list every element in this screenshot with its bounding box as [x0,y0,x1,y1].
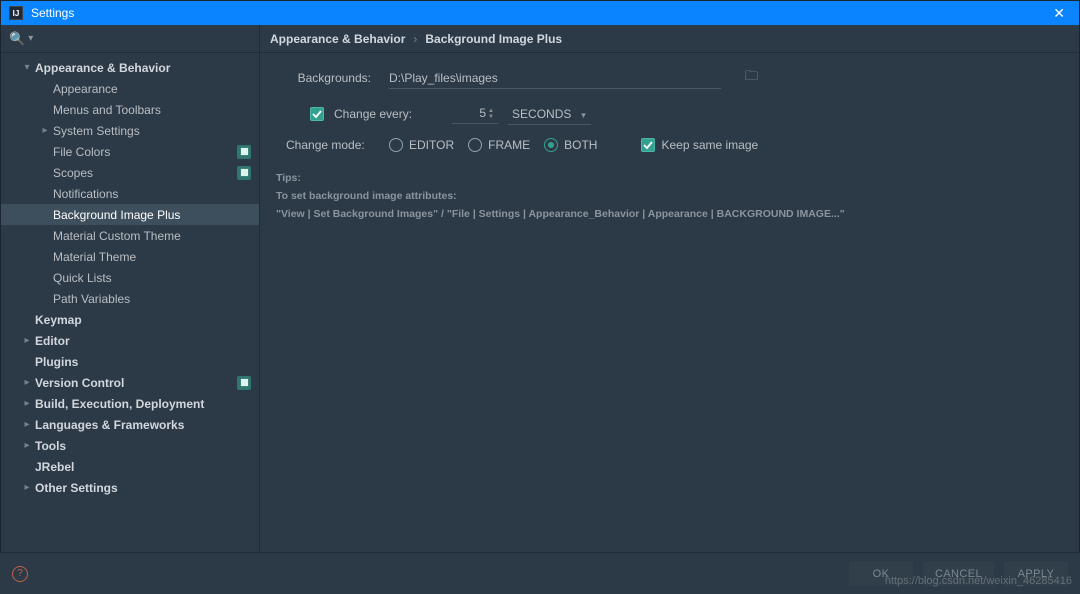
search-bar[interactable]: 🔍 ▾ [1,25,259,53]
breadcrumb: Appearance & Behavior › Background Image… [260,25,1079,53]
tree-item-label: Quick Lists [53,271,251,285]
tree-row[interactable]: ▸Tools [1,435,259,456]
tree-row[interactable]: Notifications [1,183,259,204]
tree-item-label: Tools [35,439,251,453]
tree-row[interactable]: Menus and Toolbars [1,99,259,120]
tree-item-label: Editor [35,334,251,348]
tree-row[interactable]: JRebel [1,456,259,477]
tree-row[interactable]: Quick Lists [1,267,259,288]
help-icon[interactable]: ? [12,566,28,582]
tree-item-label: Appearance [53,82,251,96]
tree-row[interactable]: ▾Appearance & Behavior [1,57,259,78]
change-mode-row: Change mode: EDITOR FRAME BOTH [276,138,1069,152]
tree-row[interactable]: ▸Editor [1,330,259,351]
tree-row[interactable]: ▸System Settings [1,120,259,141]
chevron-right-icon[interactable]: ▸ [19,398,35,409]
close-icon[interactable]: ✕ [1047,5,1071,22]
project-scope-icon [237,166,251,180]
tree-item-label: Languages & Frameworks [35,418,251,432]
mode-frame-label: FRAME [488,138,530,152]
tree-row[interactable]: Material Custom Theme [1,225,259,246]
chevron-right-icon: › [413,32,417,46]
app-icon: IJ [9,6,23,20]
titlebar: IJ Settings ✕ [1,1,1079,25]
mode-frame-radio[interactable] [468,138,482,152]
backgrounds-input[interactable] [389,68,721,89]
tree-item-label: Keymap [35,313,251,327]
settings-tree: ▾Appearance & Behavior Appearance Menus an… [1,53,259,593]
mode-editor-radio[interactable] [389,138,403,152]
change-every-row: Change every: ▲▼ SECONDS ▼ [276,103,1069,124]
tips-body1: To set background image attributes: [276,190,457,202]
folder-icon[interactable]: 🗀 [745,67,758,89]
tree-item-label: Background Image Plus [53,208,251,222]
keep-same-checkbox[interactable] [641,138,655,152]
window-title: Settings [31,6,74,20]
project-scope-icon [237,376,251,390]
tree-item-label: Material Theme [53,250,251,264]
chevron-right-icon[interactable]: ▸ [19,440,35,451]
tree-row[interactable]: Scopes [1,162,259,183]
tree-row[interactable]: Plugins [1,351,259,372]
tree-row[interactable]: Keymap [1,309,259,330]
change-mode-label: Change mode: [276,138,371,152]
tips-block: Tips: To set background image attributes… [276,170,1069,224]
tree-item-label: Notifications [53,187,251,201]
content-panel: Appearance & Behavior › Background Image… [260,25,1079,593]
chevron-right-icon[interactable]: ▸ [19,377,35,388]
breadcrumb-parent[interactable]: Appearance & Behavior [270,32,405,46]
mode-both-label: BOTH [564,138,597,152]
tree-item-label: Version Control [35,376,237,390]
chevron-down-icon: ▼ [579,111,587,120]
tree-item-label: File Colors [53,145,237,159]
breadcrumb-child: Background Image Plus [425,32,562,46]
tree-row[interactable]: ▸Build, Execution, Deployment [1,393,259,414]
ok-button[interactable]: OK [849,562,913,586]
tree-row[interactable]: ▸Languages & Frameworks [1,414,259,435]
tree-row[interactable]: File Colors [1,141,259,162]
tree-item-label: Menus and Toolbars [53,103,251,117]
tree-row[interactable]: Path Variables [1,288,259,309]
mode-editor-label: EDITOR [409,138,454,152]
chevron-right-icon[interactable]: ▸ [19,419,35,430]
change-every-label: Change every: [334,107,412,121]
backgrounds-row: Backgrounds: 🗀 [276,67,1069,89]
chevron-right-icon[interactable]: ▸ [37,125,53,136]
tree-item-label: Path Variables [53,292,251,306]
tips-body2: "View | Set Background Images" / "File |… [276,208,845,220]
cancel-button[interactable]: CANCEL [923,562,994,586]
chevron-right-icon[interactable]: ▸ [19,335,35,346]
chevron-right-icon[interactable]: ▸ [19,482,35,493]
tree-row[interactable]: Material Theme [1,246,259,267]
change-every-checkbox[interactable] [310,107,324,121]
tree-row[interactable]: Background Image Plus [1,204,259,225]
tree-item-label: Material Custom Theme [53,229,251,243]
search-icon: 🔍 [9,31,25,47]
tree-row[interactable]: ▸Other Settings [1,477,259,498]
backgrounds-label: Backgrounds: [276,71,371,85]
tips-title: Tips: [276,170,1069,188]
apply-button[interactable]: APPLY [1004,562,1068,586]
sidebar: 🔍 ▾ ▾Appearance & BehaviorAppearanceMenu… [1,25,260,593]
tree-item-label: Plugins [35,355,251,369]
settings-window: IJ Settings ✕ 🔍 ▾ ▾Appearance & Behavior… [0,0,1080,594]
number-stepper[interactable]: ▲▼ [488,103,498,124]
tree-item-label: Other Settings [35,481,251,495]
tree-item-label: JRebel [35,460,251,474]
tree-item-label: Appearance & Behavior [35,61,251,75]
keep-same-label: Keep same image [661,138,758,152]
tree-item-label: Build, Execution, Deployment [35,397,251,411]
dialog-footer: ? OK CANCEL APPLY [0,552,1080,594]
mode-both-radio[interactable] [544,138,558,152]
tree-row[interactable]: Appearance [1,78,259,99]
chevron-down-icon[interactable]: ▾ [28,33,33,44]
tree-row[interactable]: ▸Version Control [1,372,259,393]
tree-item-label: System Settings [53,124,251,138]
tree-item-label: Scopes [53,166,237,180]
chevron-down-icon[interactable]: ▾ [19,62,35,73]
project-scope-icon [237,145,251,159]
